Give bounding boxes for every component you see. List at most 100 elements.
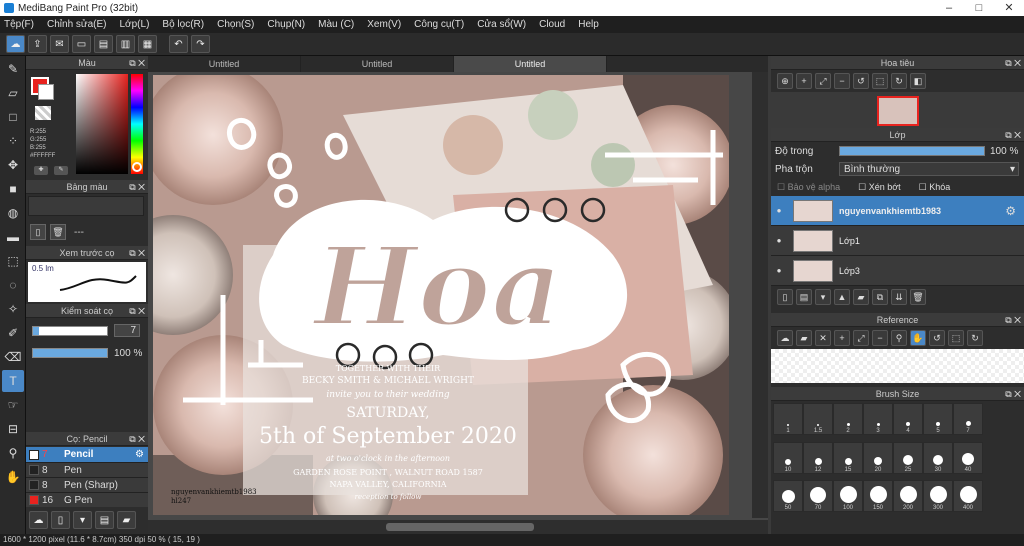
add-layer-menu-icon[interactable]: ▾ [815,289,831,305]
palette-delete-icon[interactable]: 🗑 [50,224,66,240]
brush-size-option[interactable]: 150 [863,480,893,513]
secondary-color-swatch[interactable] [38,84,54,100]
select-tool-icon[interactable]: ⬚ [2,250,24,272]
menu-tools[interactable]: Công cụ(T) [414,19,464,30]
brush-size-option[interactable]: 15 [833,441,863,474]
blend-mode-select[interactable]: Bình thường ▾ [839,162,1019,176]
brush-item-pencil[interactable]: 7 Pencil ⚙ [26,447,148,462]
vertical-scrollbar[interactable] [752,72,768,518]
layer-row-lop3[interactable]: ● Lớp3 [771,256,1024,286]
rectangle-tool-icon[interactable]: □ [2,106,24,128]
zoom-in-icon[interactable]: + [796,73,812,89]
rotate-right-icon[interactable]: ↻ [891,73,907,89]
brush-size-option[interactable]: 1.5 [803,403,833,435]
panel-close-icon[interactable]: ⧉ ✕ [1005,313,1021,327]
brush-size-option[interactable]: 100 [833,480,863,513]
new-layer-alt-icon[interactable]: ▤ [796,289,812,305]
brush-size-slider[interactable] [32,326,108,336]
select-pen-icon[interactable]: ✐ [2,322,24,344]
text-tool-icon[interactable]: T [2,370,24,392]
close-button[interactable]: ✕ [994,0,1024,16]
lasso-tool-icon[interactable]: ◌ [2,274,24,296]
zoom-out-icon[interactable]: − [834,73,850,89]
undo-icon[interactable]: ↶ [169,35,188,53]
reset-view-icon[interactable]: ⬚ [948,330,964,346]
brush-size-option[interactable]: 200 [893,480,923,513]
hand-tool-icon[interactable]: ✋ [2,466,24,488]
color-sv-field[interactable] [76,74,128,174]
menu-window[interactable]: Cửa sổ(W) [477,19,526,30]
layer-row-lop1[interactable]: ● Lớp1 [771,226,1024,256]
document-icon[interactable]: ▤ [94,35,113,53]
zoom-out-icon[interactable]: − [872,330,888,346]
gear-icon[interactable]: ⚙ [1005,204,1016,218]
duplicate-layer-icon[interactable]: ⧉ [872,289,888,305]
scroll-thumb[interactable] [386,523,534,531]
panel-close-icon[interactable]: ⧉ ✕ [1005,128,1021,142]
close-icon[interactable]: ✕ [815,330,831,346]
cloud-brush-icon[interactable]: ☁ [29,511,48,529]
palette-add-icon[interactable]: ▯ [30,224,46,240]
brush-size-option[interactable]: 400 [953,480,983,513]
brush-size-option[interactable]: 3 [863,403,893,435]
menu-select[interactable]: Chọn(S) [217,19,254,30]
brush-size-option[interactable]: 7 [953,403,983,435]
protect-alpha-checkbox[interactable]: ☐ Bảo vệ alpha [777,182,840,193]
cloud-icon[interactable]: ☁ [777,330,793,346]
select-eraser-icon[interactable]: ⌫ [2,346,24,368]
eraser-tool-icon[interactable]: ▱ [2,82,24,104]
brush-size-option[interactable]: 1 [773,403,803,435]
panel-icon[interactable]: ▥ [116,35,135,53]
layer-opacity-slider[interactable] [839,146,985,156]
brush-size-option[interactable]: 10 [773,441,803,474]
export-icon[interactable]: ⇪ [28,35,47,53]
brush-size-option[interactable]: 40 [953,441,983,474]
flip-icon[interactable]: ◧ [910,73,926,89]
brush-size-option[interactable]: 50 [773,480,803,513]
brush-size-option[interactable]: 30 [923,441,953,474]
operation-tool-icon[interactable]: ☞ [2,394,24,416]
reset-view-icon[interactable]: ⬚ [872,73,888,89]
tab-untitled-2[interactable]: Untitled [301,56,454,72]
visibility-icon[interactable]: ● [771,206,787,215]
redo-icon[interactable]: ↷ [191,35,210,53]
comment-icon[interactable]: ✉ [50,35,69,53]
brush-size-option[interactable]: 20 [863,441,893,474]
magic-wand-icon[interactable]: ✧ [2,298,24,320]
panel-close-icon[interactable]: ⧉ ✕ [1005,56,1021,70]
cloud-icon[interactable]: ☁ [6,35,25,53]
brush-size-option[interactable]: 12 [803,441,833,474]
fill-rect-tool-icon[interactable]: ■ [2,178,24,200]
brush-item-pen-sharp[interactable]: 8 Pen (Sharp) [26,477,148,492]
zoom-fit-icon[interactable]: ⊕ [777,73,793,89]
brush-menu-icon[interactable]: ▾ [73,511,92,529]
gradient-tool-icon[interactable]: ▬ [2,226,24,248]
dot-tool-icon[interactable]: ⁘ [2,130,24,152]
menu-edit[interactable]: Chỉnh sửa(E) [47,19,107,30]
menu-cloud[interactable]: Cloud [539,19,565,30]
maximize-button[interactable]: □ [964,0,994,16]
page-icon[interactable]: ▭ [72,35,91,53]
reference-canvas[interactable] [771,349,1024,383]
copy-brush-icon[interactable]: ▤ [95,511,114,529]
move-tool-icon[interactable]: ✥ [2,154,24,176]
folder-icon[interactable]: ▰ [117,511,136,529]
brush-item-pen[interactable]: 8 Pen [26,462,148,477]
rotate-right-icon[interactable]: ↻ [967,330,983,346]
hand-icon[interactable]: ✋ [910,330,926,346]
navigator-preview[interactable] [771,92,1024,128]
brush-size-value[interactable]: 7 [114,324,140,337]
hue-slider[interactable] [131,74,143,174]
divide-tool-icon[interactable]: ⊟ [2,418,24,440]
rotate-left-icon[interactable]: ↺ [853,73,869,89]
brush-size-option[interactable]: 2 [833,403,863,435]
brush-size-option[interactable]: 300 [923,480,953,513]
color-plus-icon[interactable]: ✚ [34,166,48,175]
color-picker-icon[interactable]: ✎ [54,166,68,175]
panel-close-icon[interactable]: ⧉ ✕ [129,304,145,318]
brush-size-option[interactable]: 70 [803,480,833,513]
visibility-icon[interactable]: ● [771,236,787,245]
open-folder-icon[interactable]: ▰ [796,330,812,346]
panel-close-icon[interactable]: ⧉ ✕ [129,246,145,260]
lock-checkbox[interactable]: ☐ Khóa [919,182,951,193]
